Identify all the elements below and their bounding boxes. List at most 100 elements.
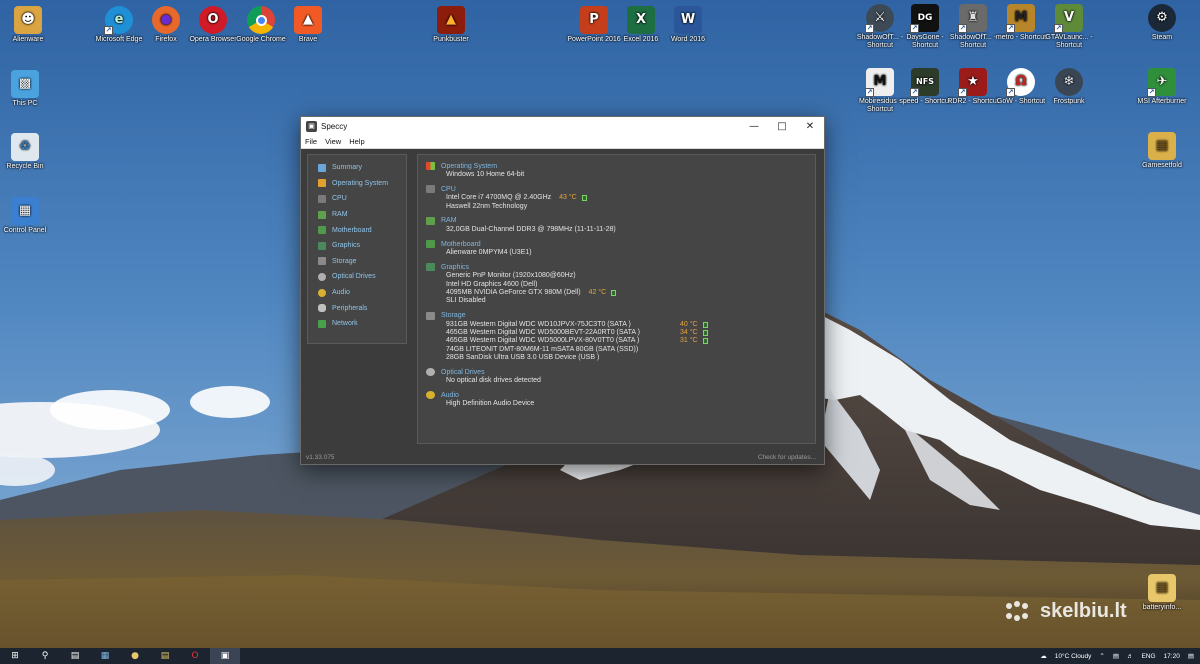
title-bar[interactable]: ▣ Speccy — □ ✕ <box>301 117 824 135</box>
graphics-line: SLI Disabled <box>446 297 486 305</box>
nav-item-cpu[interactable]: CPU <box>308 191 406 207</box>
network-icon <box>318 319 326 328</box>
nav-item-peripherals[interactable]: Peripherals <box>308 300 406 316</box>
desktop-icon-punkbuster[interactable]: ▲ Punkbuster <box>423 6 479 44</box>
temperature-indicator-icon <box>611 290 617 297</box>
search-icon[interactable]: ⚲ <box>30 648 60 664</box>
storage-row: 28GB SanDisk Ultra USB 3.0 USB Device (U… <box>426 354 815 362</box>
nav-item-storage[interactable]: Storage <box>308 254 406 270</box>
nav-item-label: Peripherals <box>332 304 368 312</box>
ram-value: 32,0GB Dual-Channel DDR3 @ 798MHz (11-11… <box>446 225 616 233</box>
control-panel-icon: ▦ <box>11 197 39 225</box>
language-indicator[interactable]: ENG <box>1141 653 1155 660</box>
section-title[interactable]: Graphics <box>441 264 469 271</box>
section-motherboard: Motherboard Alienware 0MPYM4 (U3E1) <box>426 239 815 257</box>
task-view-icon[interactable]: ▤ <box>60 648 90 664</box>
computer-icon: ▩ <box>11 70 39 98</box>
desktop-icon-recycle-bin[interactable]: ♻ Recycle Bin <box>0 133 53 171</box>
tray-chevron-icon[interactable]: ⌃ <box>1099 652 1104 660</box>
desktop-icon-gta[interactable]: V ↗ GTAVLaunc... - Shortcut <box>1041 4 1097 50</box>
brave-icon: ▲ <box>294 6 322 34</box>
days-gone-icon: DG ↗ <box>910 4 939 33</box>
summary-icon <box>318 163 326 172</box>
paint-icon[interactable]: ● <box>120 648 150 664</box>
file-explorer-icon[interactable]: ▤ <box>150 648 180 664</box>
desktop-icon-alienware[interactable]: ☻ Alienware <box>0 6 56 44</box>
nav-item-audio[interactable]: Audio <box>308 285 406 301</box>
ram-icon <box>318 210 326 219</box>
cpu-tech: Haswell 22nm Technology <box>446 202 528 210</box>
speccy-window[interactable]: ▣ Speccy — □ ✕ File View Help Summary Op… <box>300 116 825 465</box>
window-body: Summary Operating System CPU RAM Motherb… <box>301 149 824 450</box>
network-tray-icon[interactable]: ▤ <box>1113 652 1119 660</box>
cpu-model: Intel Core i7 4700MQ @ 2.40GHz <box>446 194 552 202</box>
nav-item-summary[interactable]: Summary <box>308 160 406 176</box>
check-updates-link[interactable]: Check for updates... <box>758 454 816 461</box>
section-title[interactable]: Operating System <box>441 163 497 170</box>
section-title[interactable]: Storage <box>441 312 466 319</box>
drive-temperature: 40 °C <box>680 320 698 328</box>
nav-item-label: Storage <box>332 257 357 265</box>
temperature-indicator-icon <box>702 321 708 328</box>
nav-item-graphics[interactable]: Graphics <box>308 238 406 254</box>
nav-item-label: Operating System <box>332 179 389 187</box>
volume-icon[interactable]: ♬ <box>1127 653 1134 660</box>
speccy-taskbar-icon[interactable]: ▣ <box>210 648 240 664</box>
watermark-text: skelbiu.lt <box>1040 600 1127 622</box>
gow-icon: Ω ↗ <box>1006 68 1035 97</box>
close-button[interactable]: ✕ <box>796 117 824 135</box>
desktop-icon-frostpunk[interactable]: ❄ Frostpunk <box>1041 68 1097 106</box>
section-title[interactable]: Audio <box>441 392 459 399</box>
nav-item-motherboard[interactable]: Motherboard <box>308 222 406 238</box>
desktop-icon-steam[interactable]: ⚙ Steam <box>1134 4 1190 42</box>
nav-item-label: Audio <box>332 289 350 297</box>
powerpoint-icon: P <box>580 6 608 34</box>
user-folder-icon: ☻ <box>14 6 42 34</box>
optical-value: No optical disk drives detected <box>446 377 541 385</box>
opera-taskbar-icon[interactable]: O <box>180 648 210 664</box>
section-title[interactable]: RAM <box>441 217 457 224</box>
minimize-button[interactable]: — <box>740 117 768 135</box>
window-controls: — □ ✕ <box>740 117 824 135</box>
desktop-icon-label: MSI Afterburner <box>1137 98 1187 105</box>
menu-file[interactable]: File <box>305 137 317 146</box>
section-operating-system: Operating System Windows 10 Home 64-bit <box>426 161 815 179</box>
desktop-icon-this-pc[interactable]: ▩ This PC <box>0 70 53 108</box>
nav-sidebar: Summary Operating System CPU RAM Motherb… <box>307 154 407 344</box>
optical-disc-icon <box>426 368 435 377</box>
windows-icon <box>318 179 326 188</box>
taskbar: ⊞ ⚲ ▤ ▦ ● ▤ O ▣ ☁ 10°C Cloudy ⌃ ▤ ♬ ENG … <box>0 648 1200 664</box>
mobi-icon: M ↗ <box>865 68 894 97</box>
start-button[interactable]: ⊞ <box>0 648 30 664</box>
clock[interactable]: 17:20 <box>1164 653 1180 660</box>
calculator-icon[interactable]: ▦ <box>90 648 120 664</box>
cpu-line: Intel Core i7 4700MQ @ 2.40GHz 43 °C <box>426 194 815 202</box>
section-title[interactable]: Optical Drives <box>441 369 485 376</box>
nav-item-network[interactable]: Network <box>308 316 406 332</box>
menu-view[interactable]: View <box>325 137 341 146</box>
section-title[interactable]: CPU <box>441 186 456 193</box>
desktop-icon-brave[interactable]: ▲ Brave <box>280 6 336 44</box>
status-bar: v1.33.075 Check for updates... <box>301 450 824 464</box>
nav-item-optical-drives[interactable]: Optical Drives <box>308 269 406 285</box>
desktop-icon-gamesetfold[interactable]: ▤ Gamesetfold <box>1134 132 1190 170</box>
section-audio: Audio High Definition Audio Device <box>426 390 815 408</box>
maximize-button[interactable]: □ <box>768 117 796 135</box>
desktop-icon-batteryinfo[interactable]: ▤ batteryinfo... <box>1134 574 1190 612</box>
section-graphics: Graphics Generic PnP Monitor (1920x1080@… <box>426 262 815 305</box>
nfs-icon: NFS ↗ <box>910 68 939 97</box>
motherboard-icon <box>318 226 326 235</box>
nav-item-label: Graphics <box>332 242 361 250</box>
transformers-icon: ♜ ↗ <box>958 4 987 33</box>
weather-text[interactable]: 10°C Cloudy <box>1055 653 1092 660</box>
notifications-icon[interactable]: ▤ <box>1188 652 1194 660</box>
section-storage: Storage 931GB Western Digital WDC WD10JP… <box>426 311 815 362</box>
desktop-icon-word[interactable]: W Word 2016 <box>660 6 716 44</box>
steam-icon: ⚙ <box>1148 4 1176 32</box>
nav-item-operating-system[interactable]: Operating System <box>308 176 406 192</box>
nav-item-ram[interactable]: RAM <box>308 207 406 223</box>
section-title[interactable]: Motherboard <box>441 241 481 248</box>
desktop-icon-control-panel[interactable]: ▦ Control Panel <box>0 197 53 235</box>
desktop-icon-msi[interactable]: ✈ ↗ MSI Afterburner <box>1134 68 1190 106</box>
menu-help[interactable]: Help <box>349 137 364 146</box>
